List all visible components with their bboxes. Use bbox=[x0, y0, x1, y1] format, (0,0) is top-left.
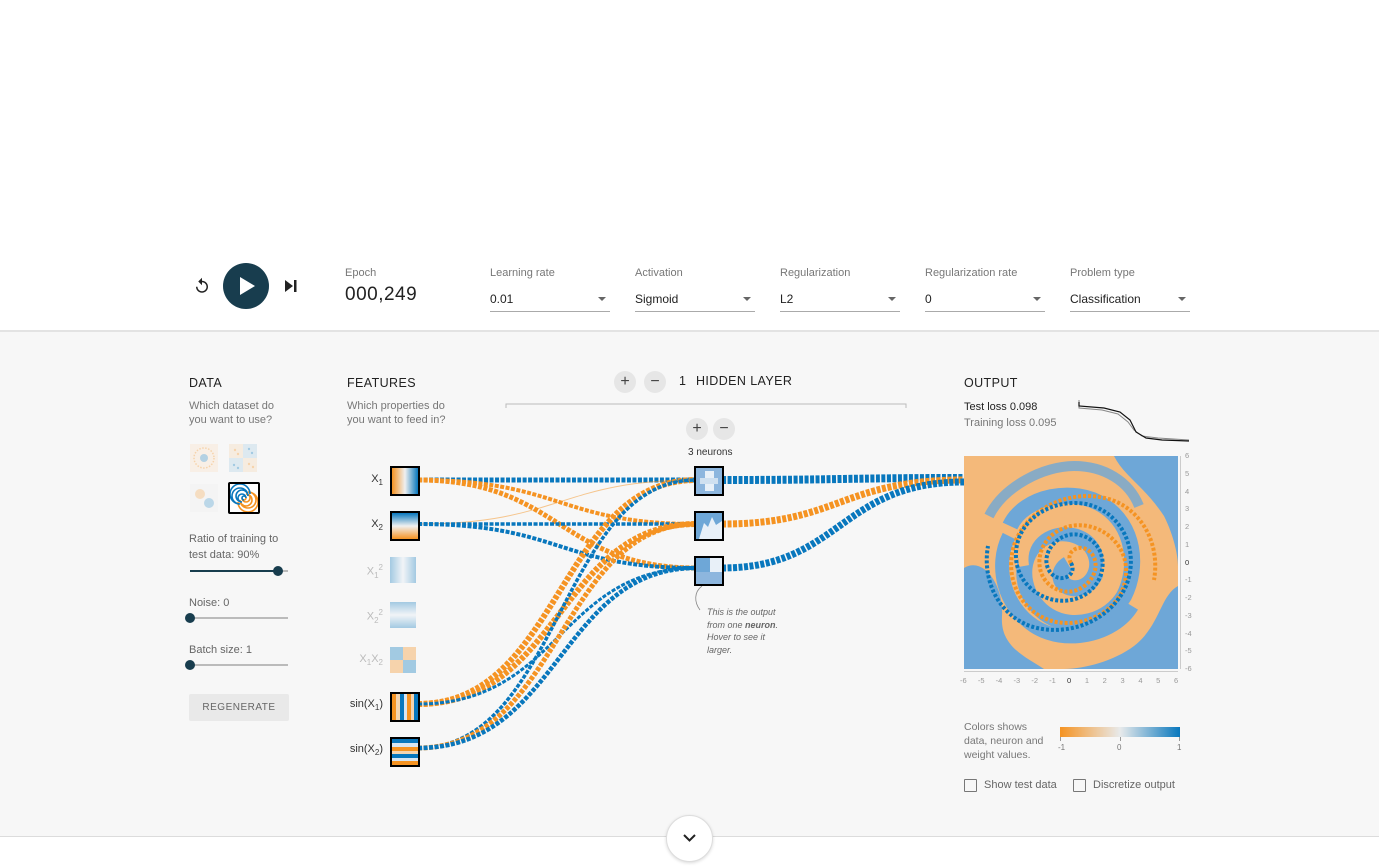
x-tick-label: -5 bbox=[977, 676, 985, 685]
y-tick-label: -6 bbox=[1185, 664, 1192, 673]
feature-node-x1[interactable] bbox=[390, 466, 420, 496]
x-tick-label: -6 bbox=[960, 676, 967, 685]
training-loss: Training loss 0.095 bbox=[964, 417, 1057, 429]
x-tick-label: 6 bbox=[1174, 676, 1179, 685]
add-layer-button[interactable]: + bbox=[614, 371, 636, 393]
legend-text-line1: Colors shows bbox=[964, 721, 1028, 733]
loss-chart bbox=[1078, 400, 1190, 442]
scale-max-label: 1 bbox=[1177, 743, 1182, 752]
link-sinx1-n2[interactable] bbox=[417, 521, 697, 707]
layer-count: 1 bbox=[679, 374, 687, 388]
link-sinx1-n1[interactable] bbox=[417, 477, 697, 707]
x-tick-label: 3 bbox=[1120, 676, 1125, 685]
show-test-data-checkbox[interactable] bbox=[964, 779, 977, 792]
show-test-data-label: Show test data bbox=[984, 779, 1057, 791]
output-heatmap bbox=[964, 456, 1178, 669]
x-tick-label: -4 bbox=[995, 676, 1003, 685]
callout-arrow bbox=[695, 585, 703, 611]
feature-node-sin-x1[interactable] bbox=[390, 692, 420, 722]
feature-node-x2-squared[interactable] bbox=[390, 602, 416, 628]
x-tick-label: 1 bbox=[1084, 676, 1089, 685]
x-tick-label: -1 bbox=[1049, 676, 1056, 685]
feature-node-sin-x2[interactable] bbox=[390, 737, 420, 767]
x-tick-label: 5 bbox=[1156, 676, 1161, 685]
remove-layer-button[interactable]: − bbox=[644, 371, 666, 393]
y-tick-label: 4 bbox=[1185, 486, 1190, 496]
discretize-output-label: Discretize output bbox=[1093, 779, 1175, 791]
x-tick-label: -2 bbox=[1031, 676, 1038, 685]
test-loss: Test loss 0.098 bbox=[964, 401, 1038, 413]
discretize-output-checkbox[interactable] bbox=[1073, 779, 1086, 792]
y-tick-label: 1 bbox=[1185, 539, 1190, 549]
x-tick-label: -3 bbox=[1013, 676, 1021, 685]
y-tick-label: 3 bbox=[1185, 504, 1190, 514]
feature-node-x2[interactable] bbox=[390, 511, 420, 541]
y-tick-label: 0 bbox=[1185, 557, 1190, 567]
legend-text-line2: data, neuron and bbox=[964, 735, 1044, 747]
hidden-layer-label: HIDDEN LAYER bbox=[696, 374, 793, 388]
neuron-2[interactable] bbox=[694, 511, 724, 541]
y-tick-label: -3 bbox=[1185, 610, 1192, 620]
neuron-1[interactable] bbox=[694, 466, 724, 496]
color-scale-bar bbox=[1060, 727, 1180, 737]
y-axis-line bbox=[1180, 456, 1181, 669]
y-tick-label: 2 bbox=[1185, 522, 1190, 531]
legend-text-line3: weight values. bbox=[964, 749, 1031, 761]
y-tick-label: -5 bbox=[1185, 646, 1192, 656]
y-tick-label: 6 bbox=[1185, 451, 1190, 460]
neurons-count-label: 3 neurons bbox=[688, 447, 733, 458]
x-axis-line bbox=[964, 671, 1178, 672]
y-tick-label: 5 bbox=[1185, 468, 1190, 478]
x-tick-label: 0 bbox=[1067, 676, 1072, 685]
chevron-down-icon bbox=[683, 834, 696, 842]
link-sinx2-n3[interactable] bbox=[417, 565, 697, 751]
y-tick-label: -2 bbox=[1185, 593, 1192, 602]
neuron-callout: This is the output from one neuron. Hove… bbox=[707, 607, 779, 655]
scale-mid-label: 0 bbox=[1117, 743, 1122, 752]
remove-neuron-button[interactable]: − bbox=[713, 418, 735, 440]
hidden-layer-bracket bbox=[505, 403, 907, 408]
link-sinx2-n2[interactable] bbox=[417, 521, 697, 751]
neuron-3[interactable] bbox=[694, 556, 724, 586]
feature-node-x1x2[interactable] bbox=[390, 647, 416, 673]
add-neuron-button[interactable]: + bbox=[686, 418, 708, 440]
y-tick-label: -4 bbox=[1185, 628, 1192, 638]
scale-min-label: -1 bbox=[1058, 743, 1066, 752]
output-heading: OUTPUT bbox=[964, 376, 1018, 390]
feature-node-x1-squared[interactable] bbox=[390, 557, 416, 583]
x-tick-label: 2 bbox=[1102, 676, 1107, 685]
x-tick-label: 4 bbox=[1138, 676, 1143, 685]
y-tick-label: -1 bbox=[1185, 575, 1192, 585]
scroll-down-button[interactable] bbox=[666, 815, 713, 862]
